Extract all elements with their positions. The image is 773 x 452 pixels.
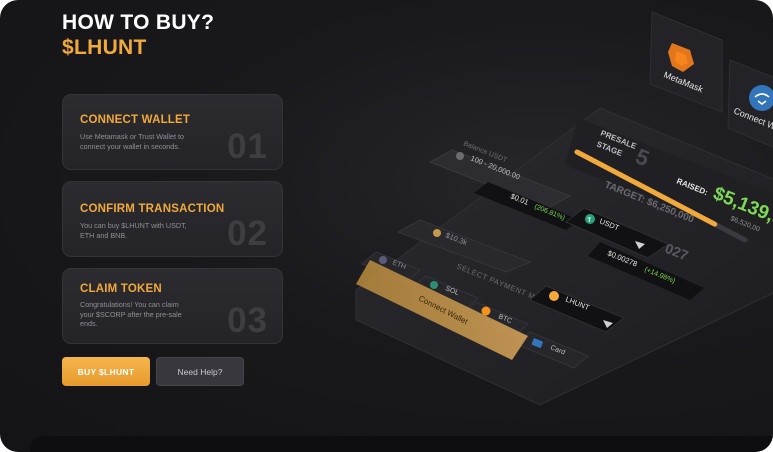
sol-icon — [430, 281, 438, 289]
bottom-bar — [30, 436, 773, 452]
how-to-buy-section: HOW TO BUY? $LHUNT CONNECT WALLET Use Me… — [0, 0, 773, 452]
btc-icon — [481, 306, 491, 316]
coin-icon — [433, 229, 441, 237]
eth-icon — [379, 256, 387, 264]
metamask-tile[interactable]: MetaMask — [649, 11, 723, 113]
balance-icon — [456, 152, 464, 160]
connect-wallet-tile[interactable]: Connect W — [727, 59, 773, 150]
svg-text:T: T — [588, 218, 592, 224]
lhunt-icon — [549, 291, 559, 301]
presale-illustration: MetaMask Connect W PRESALE STAGE 5 RAISE… — [355, 11, 773, 406]
